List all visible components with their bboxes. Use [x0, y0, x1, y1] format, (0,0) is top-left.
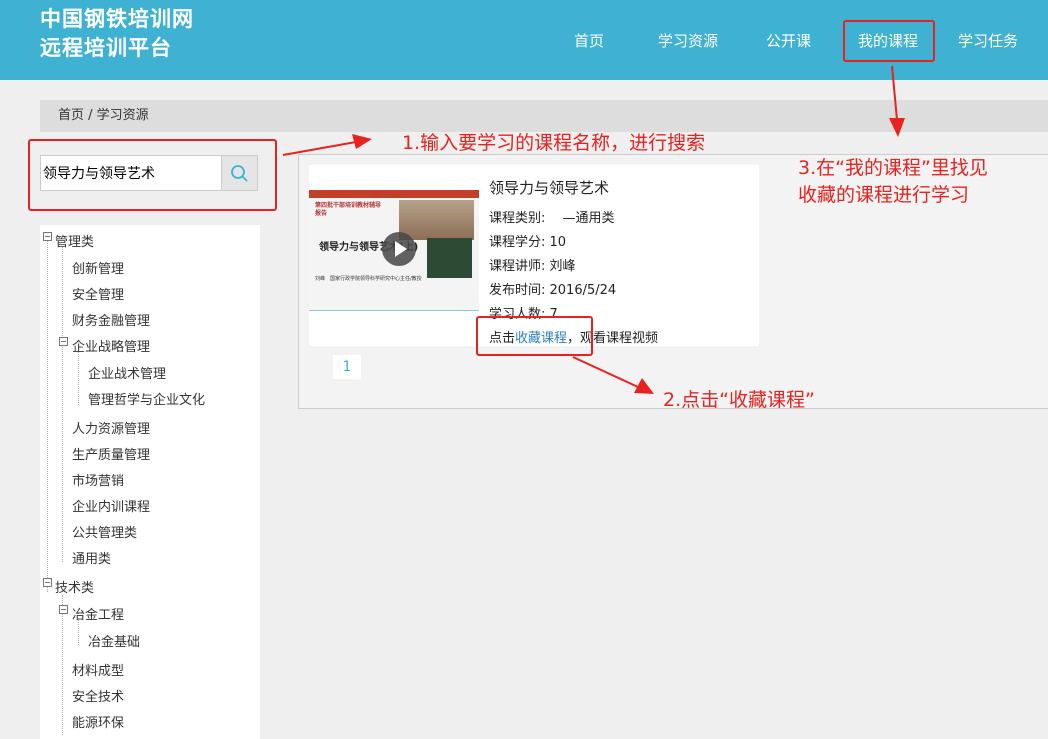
- annotation-step3-line2: 收藏的课程进行学习: [798, 184, 970, 206]
- annotation-step1: 1.输入要学习的课程名称，进行搜索: [402, 132, 706, 154]
- annotation-arrows: [282, 65, 905, 394]
- annotation-step3: 3.在“我的课程”里找见 收藏的课程进行学习: [798, 155, 988, 209]
- annotation-step2: 2.点击“收藏课程”: [663, 389, 815, 411]
- annotation-step3-line1: 3.在“我的课程”里找见: [798, 157, 988, 179]
